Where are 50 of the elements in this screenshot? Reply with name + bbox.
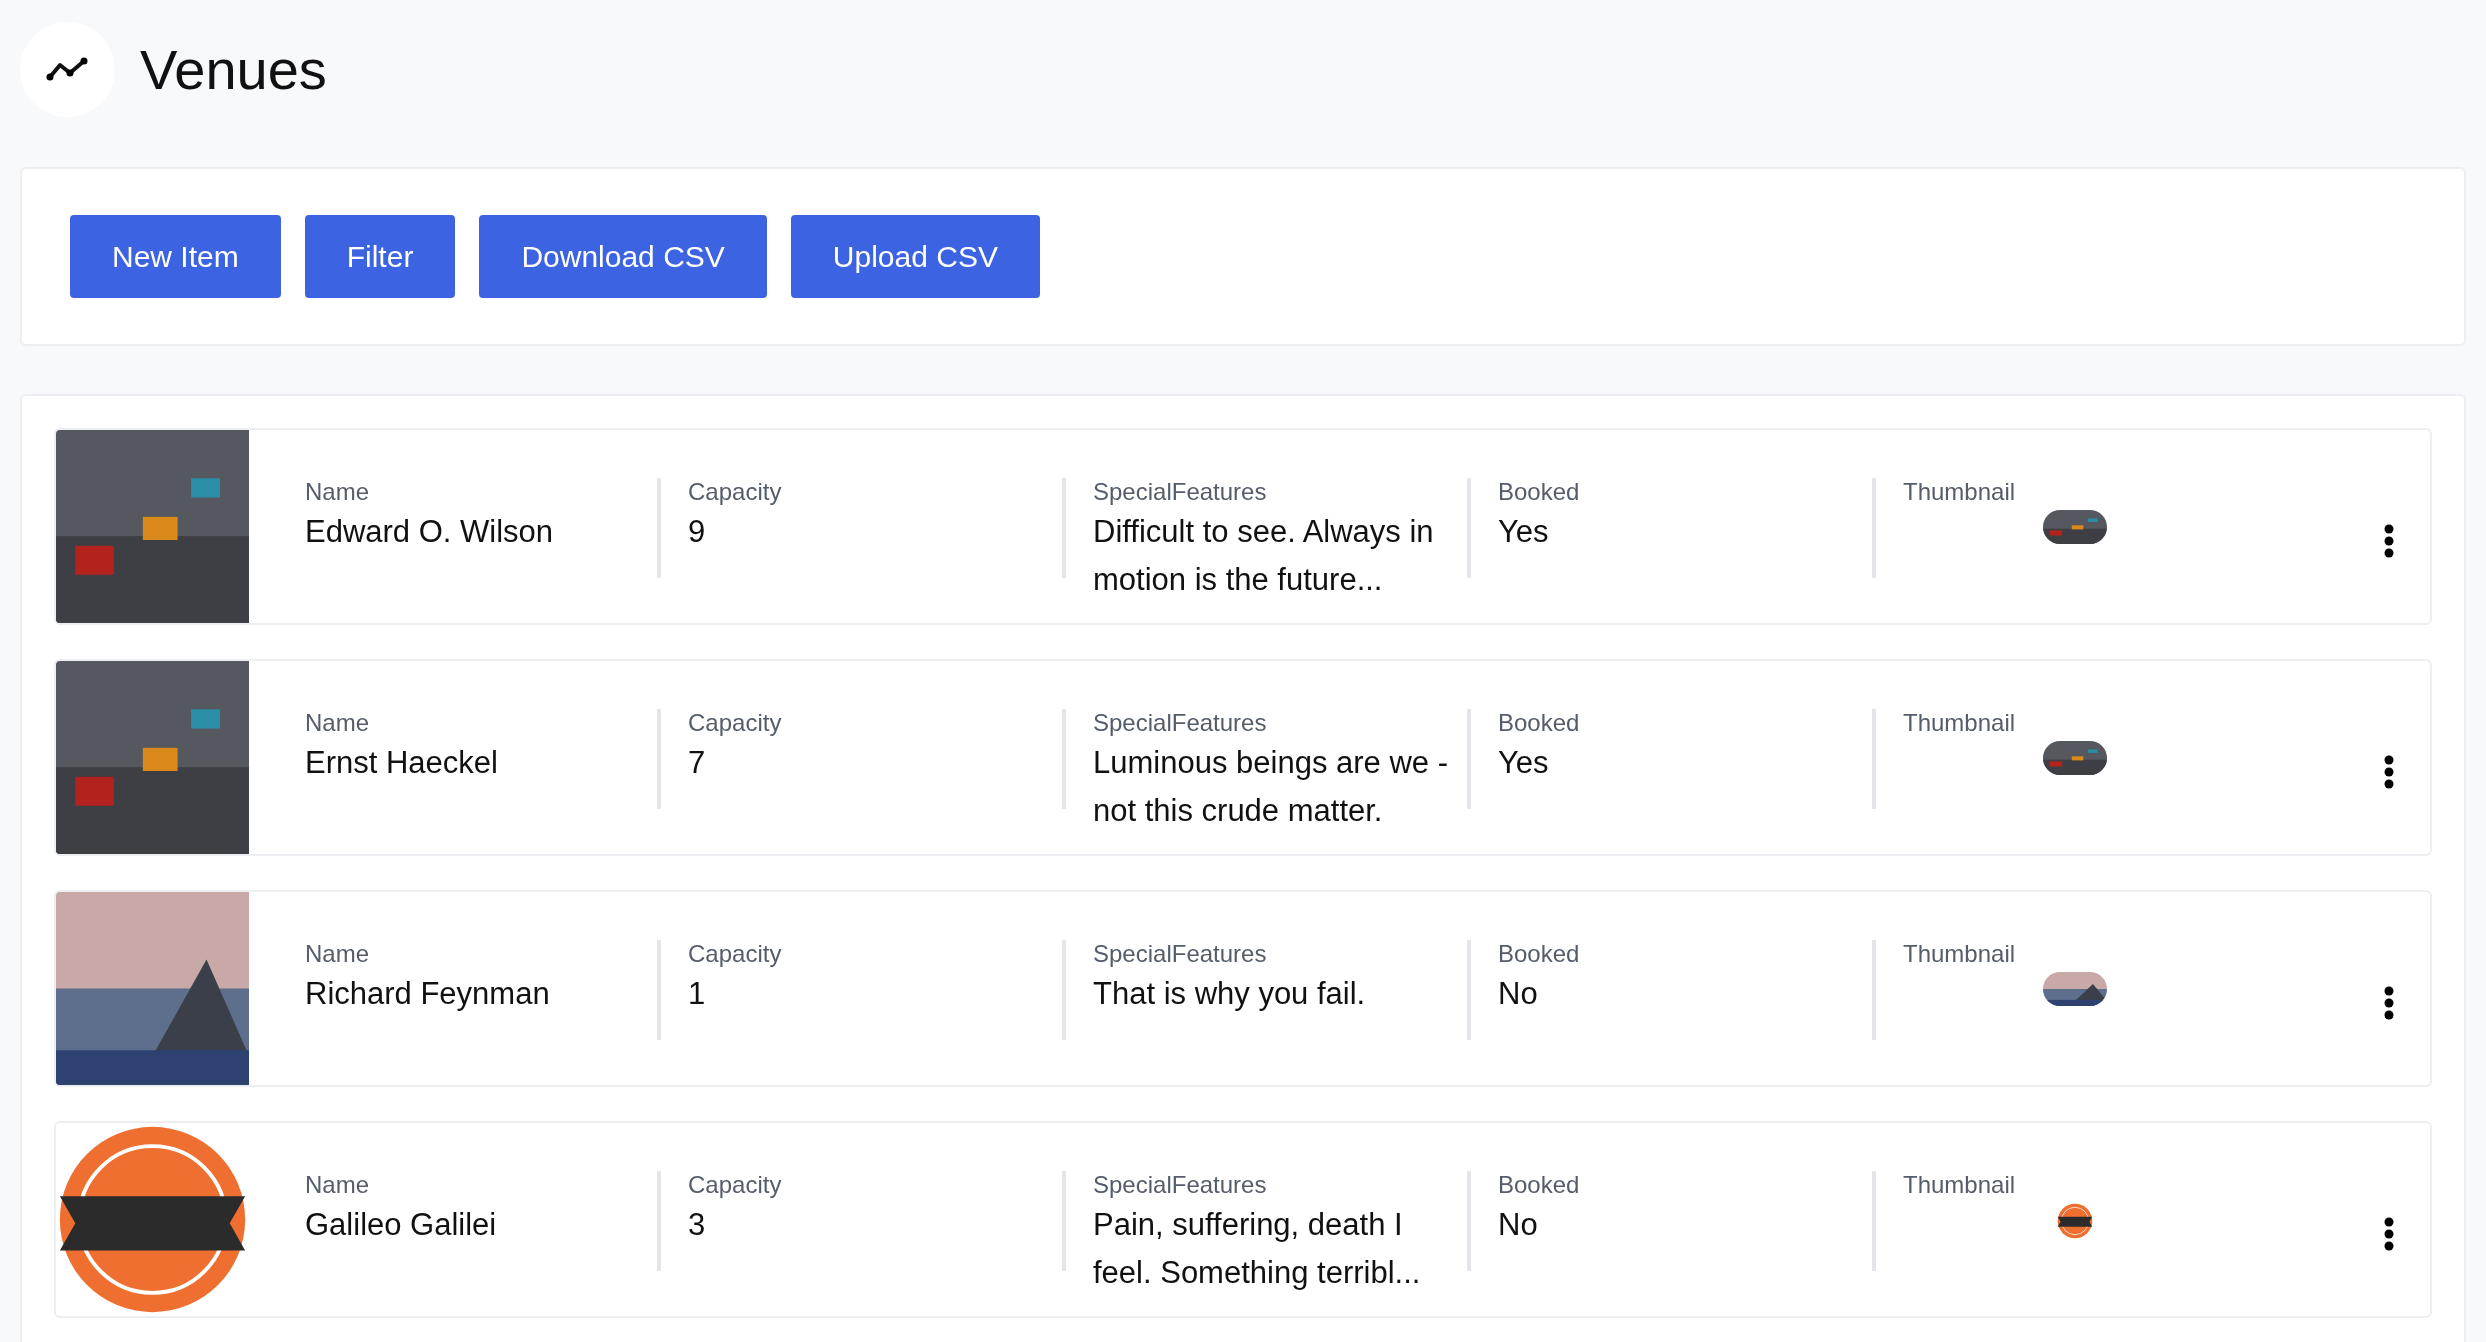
field-value: Galileo Galilei [305,1206,498,1244]
field-label: SpecialFeatures [1093,940,1267,968]
logo-thumbnail [2057,1203,2093,1239]
field-label: Booked [1498,940,1580,968]
race-thumbnail [2043,510,2107,544]
more-options-icon[interactable] [2384,755,2394,789]
field-label: Booked [1498,709,1580,737]
field-value: 3 [688,1206,707,1244]
mountain-thumbnail [2043,972,2107,1006]
field-label: Name [305,709,370,737]
field-value: 1 [688,975,707,1013]
field-label: SpecialFeatures [1093,709,1267,737]
field-label: Booked [1498,1171,1580,1199]
field-label: Thumbnail [1903,940,2016,968]
field-value: Difficult to see. Always in motion is the future... [1093,513,1435,599]
line-chart-icon [45,57,90,81]
race-thumbnail [2043,741,2107,775]
field-value: No [1498,975,1539,1013]
toolbar-button[interactable]: New Item [70,215,281,298]
field-label: Name [305,1171,370,1199]
toolbar-button[interactable]: Download CSV [479,215,767,298]
field-label: SpecialFeatures [1093,1171,1267,1199]
field-label: Booked [1498,478,1580,506]
toolbar-button[interactable]: Filter [304,215,456,298]
more-options-icon[interactable] [2384,524,2394,558]
field-label: Name [305,478,370,506]
field-label: Thumbnail [1903,709,2016,737]
field-label: Thumbnail [1903,1171,2016,1199]
field-label: Thumbnail [1903,478,2016,506]
more-options-icon[interactable] [2384,986,2394,1020]
field-value: Pain, suffering, death I feel. Something terribl... [1093,1206,1422,1292]
field-label: Capacity [688,1171,782,1199]
field-label: SpecialFeatures [1093,478,1267,506]
toolbar-button[interactable]: Upload CSV [790,215,1040,298]
field-value: Yes [1498,513,1550,551]
field-label: Capacity [688,940,782,968]
field-value: Yes [1498,744,1550,782]
field-label: Capacity [688,709,782,737]
more-options-icon[interactable] [2384,1217,2394,1251]
field-label: Name [305,940,370,968]
field-value: Richard Feynman [305,975,551,1013]
page-title: Venues [140,36,327,102]
field-label: Capacity [688,478,782,506]
field-value: Luminous beings are we - not this crude matter. [1093,744,1449,830]
field-value: 7 [688,744,707,782]
field-value: No [1498,1206,1539,1244]
field-value: 9 [688,513,707,551]
field-value: That is why you fail. [1093,975,1367,1013]
field-value: Ernst Haeckel [305,744,499,782]
field-value: Edward O. Wilson [305,513,555,551]
